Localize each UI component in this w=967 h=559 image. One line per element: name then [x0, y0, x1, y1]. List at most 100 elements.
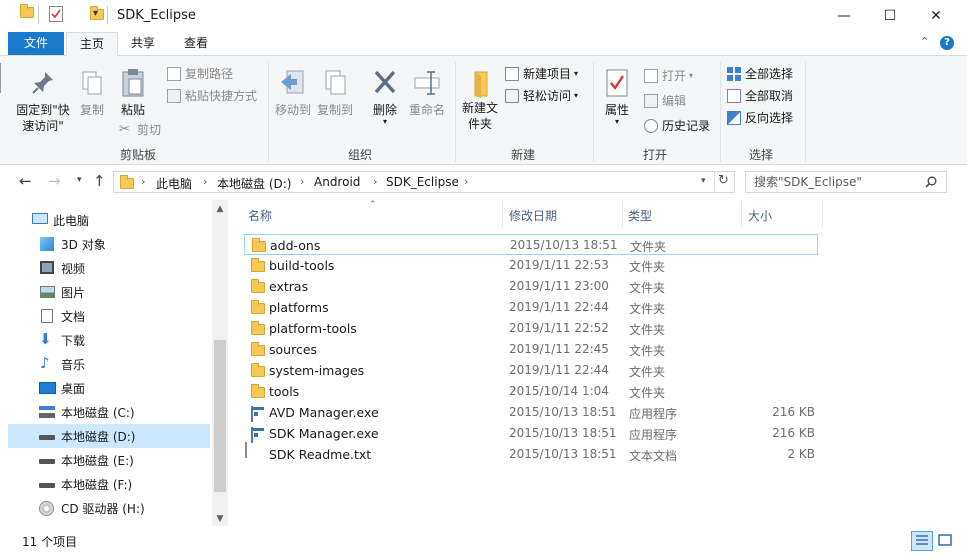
move-to-button[interactable]: 移动到	[274, 68, 312, 118]
properties-quick-icon[interactable]	[49, 6, 63, 22]
column-separator[interactable]	[502, 202, 503, 228]
copy-to-button[interactable]: 复制到	[316, 68, 354, 118]
nav-item-video[interactable]: 视频	[8, 256, 210, 280]
folder-icon	[20, 4, 34, 18]
tab-share[interactable]: 共享	[118, 32, 168, 56]
file-row[interactable]: platforms 2019/1/11 22:44 文件夹	[244, 297, 818, 318]
file-row[interactable]: AVD Manager.exe 2015/10/13 18:51 应用程序 21…	[244, 402, 818, 423]
pin-quick-access-button[interactable]: 固定到"快速访问"	[10, 70, 76, 134]
chevron-right-icon[interactable]: ›	[141, 175, 145, 188]
scroll-down-icon[interactable]: ▼	[212, 514, 228, 524]
address-history-icon[interactable]: ▾	[701, 176, 706, 186]
chevron-right-icon[interactable]: ›	[203, 175, 207, 188]
chevron-right-icon[interactable]: ›	[373, 175, 377, 188]
column-header-name[interactable]: 名称	[248, 207, 272, 224]
rename-button[interactable]: 重命名	[406, 68, 448, 118]
search-box[interactable]	[745, 171, 947, 193]
select-all-button[interactable]: 全部选择	[727, 65, 793, 82]
file-list: ⌃ 名称 修改日期 类型 大小 add-ons 2015/10/13 18:51…	[236, 200, 967, 525]
file-row[interactable]: add-ons 2015/10/13 18:51 文件夹	[244, 234, 818, 255]
file-row[interactable]: build-tools 2019/1/11 22:53 文件夹	[244, 255, 818, 276]
properties-button[interactable]: 属性 ▾	[600, 68, 634, 126]
column-header-size[interactable]: 大小	[748, 207, 772, 224]
maximize-button[interactable]: ☐	[867, 0, 913, 32]
file-row[interactable]: platform-tools 2019/1/11 22:52 文件夹	[244, 318, 818, 339]
search-icon[interactable]	[925, 176, 937, 188]
tab-view[interactable]: 查看	[171, 32, 221, 56]
properties-dropdown-icon[interactable]: ▾	[600, 118, 634, 126]
nav-item-this-pc[interactable]: 此电脑	[8, 208, 210, 232]
up-arrow-icon[interactable]: ↑	[93, 172, 106, 190]
chevron-right-icon[interactable]: ›	[464, 175, 468, 188]
delete-dropdown-icon[interactable]: ▾	[369, 118, 401, 126]
file-row[interactable]: SDK Manager.exe 2015/10/13 18:51 应用程序 21…	[244, 423, 818, 444]
column-header-modified[interactable]: 修改日期	[509, 207, 557, 224]
new-item-button[interactable]: 新建项目 ▾	[505, 65, 578, 82]
collapse-ribbon-icon[interactable]: ⌃	[920, 35, 929, 48]
nav-item-documents[interactable]: 文档	[8, 304, 210, 328]
breadcrumb-android[interactable]: Android	[314, 175, 360, 189]
refresh-icon[interactable]: ↻	[718, 173, 729, 188]
file-type: 文件夹	[629, 260, 666, 274]
nav-item-pictures[interactable]: 图片	[8, 280, 210, 304]
new-folder-button[interactable]: 新建文件夹	[459, 68, 501, 132]
copy-button[interactable]: 复制	[76, 70, 108, 118]
nav-item-drive-f[interactable]: 本地磁盘 (F:)	[8, 472, 210, 496]
large-icons-view-button[interactable]	[935, 531, 957, 551]
history-button[interactable]: 历史记录	[644, 117, 710, 134]
column-separator[interactable]	[741, 202, 742, 228]
recent-locations-icon[interactable]: ▾	[77, 175, 82, 185]
nav-item-drive-d[interactable]: 本地磁盘 (D:)	[8, 424, 210, 448]
back-arrow-icon[interactable]: ←	[19, 172, 32, 190]
scroll-up-icon[interactable]: ▲	[212, 204, 228, 214]
file-name: AVD Manager.exe	[269, 405, 379, 420]
file-row[interactable]: extras 2019/1/11 23:00 文件夹	[244, 276, 818, 297]
forward-arrow-icon[interactable]: →	[48, 172, 61, 190]
tab-file[interactable]: 文件	[8, 32, 64, 56]
minimize-button[interactable]: —	[821, 0, 867, 32]
delete-button[interactable]: 删除 ▾	[369, 68, 401, 126]
file-row[interactable]: SDK Readme.txt 2015/10/13 18:51 文本文档 2 K…	[244, 442, 818, 465]
search-input[interactable]	[754, 172, 926, 192]
customize-quick-access-icon[interactable]: ▾	[93, 8, 98, 19]
select-all-icon	[727, 66, 741, 81]
nav-item-3d-objects[interactable]: 3D 对象	[8, 232, 210, 256]
nav-item-label: 本地磁盘 (E:)	[61, 453, 134, 468]
nav-item-drive-e[interactable]: 本地磁盘 (E:)	[8, 448, 210, 472]
nav-item-cd-drive[interactable]: CD 驱动器 (H:)	[8, 496, 210, 520]
column-separator[interactable]	[822, 202, 823, 228]
help-icon[interactable]: ?	[940, 36, 954, 50]
scrollbar-thumb[interactable]	[214, 340, 226, 492]
select-none-button[interactable]: 全部取消	[727, 87, 793, 104]
close-button[interactable]: ✕	[913, 0, 959, 32]
paste-shortcut-button[interactable]: 粘贴快捷方式	[167, 87, 257, 104]
breadcrumb-drive-d[interactable]: 本地磁盘 (D:)	[217, 175, 291, 192]
address-bar[interactable]: › 此电脑 › 本地磁盘 (D:) › Android › SDK_Eclips…	[113, 171, 735, 193]
edit-button[interactable]: 编辑	[644, 92, 686, 109]
drive-icon	[39, 459, 55, 464]
paste-button[interactable]: 粘贴	[115, 68, 151, 118]
file-row[interactable]: system-images 2019/1/11 22:44 文件夹	[244, 360, 818, 381]
breadcrumb-this-pc[interactable]: 此电脑	[156, 175, 192, 192]
open-button[interactable]: 打开 ▾	[644, 67, 693, 84]
column-header-type[interactable]: 类型	[628, 207, 652, 224]
nav-item-desktop[interactable]: 桌面	[8, 376, 210, 400]
chevron-right-icon[interactable]: ›	[300, 175, 304, 188]
column-separator[interactable]	[622, 202, 623, 228]
invert-selection-button[interactable]: 反向选择	[727, 109, 793, 126]
breadcrumb-sdk-eclipse[interactable]: SDK_Eclipse	[386, 175, 459, 189]
tab-home[interactable]: 主页	[66, 32, 119, 56]
group-separator	[720, 62, 721, 162]
easy-access-button[interactable]: 轻松访问 ▾	[505, 87, 578, 104]
nav-item-drive-c[interactable]: 本地磁盘 (C:)	[8, 400, 210, 424]
file-type: 文本文档	[629, 449, 678, 463]
nav-pane-scrollbar[interactable]: ▲ ▼	[212, 200, 228, 526]
nav-item-downloads[interactable]: ⬇ 下载	[8, 328, 210, 352]
details-view-button[interactable]	[911, 531, 933, 551]
file-row[interactable]: sources 2019/1/11 22:45 文件夹	[244, 339, 818, 360]
status-bar: 11 个项目	[0, 527, 967, 559]
file-row[interactable]: tools 2015/10/14 1:04 文件夹	[244, 381, 818, 402]
cut-button[interactable]: ✂ 剪切	[119, 121, 161, 138]
copy-path-button[interactable]: 复制路径	[167, 65, 233, 82]
nav-item-music[interactable]: ♪ 音乐	[8, 352, 210, 376]
